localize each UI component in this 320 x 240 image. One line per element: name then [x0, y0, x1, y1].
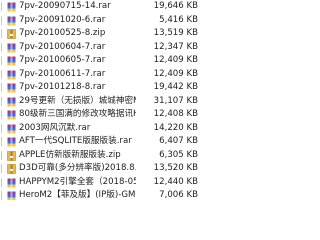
row-checkbox[interactable]: [1, 96, 6, 106]
rar-archive-icon: [7, 56, 16, 66]
file-list: 7pv-20090715-14.rar 19,646 KB 7pv-20091020…: [0, 0, 200, 200]
file-name[interactable]: HeroM2【菲及版】(IP版)-GM号.rar: [19, 189, 136, 200]
file-row[interactable]: D3D可靠(多分辨率版)2018.8.25-7pv.zip 13,520 KB: [0, 162, 200, 176]
rar-archive-icon: [7, 83, 16, 93]
file-size: 19,442 KB: [153, 82, 198, 93]
rar-archive-icon: [7, 2, 16, 12]
file-name[interactable]: 7pv-20090715-14.rar: [19, 0, 136, 13]
row-checkbox[interactable]: [1, 15, 6, 25]
zip-archive-icon: [7, 150, 16, 161]
rar-archive-icon: [7, 191, 16, 200]
file-name[interactable]: 80级新三国满的修改攻略据讯HQQ29...: [19, 108, 136, 121]
file-name[interactable]: D3D可靠(多分辨率版)2018.8.25-7pv.zip: [19, 162, 136, 175]
row-checkbox[interactable]: [1, 150, 6, 160]
rar-archive-icon: [7, 124, 16, 134]
file-name[interactable]: 7pv-20091020-6.rar: [19, 14, 136, 27]
zip-archive-icon: [7, 29, 16, 39]
file-row[interactable]: AFT一代SQLITE版服版装.rar 6,407 KB: [0, 135, 200, 149]
rar-archive-icon: [7, 110, 16, 120]
row-checkbox[interactable]: [1, 69, 6, 79]
rar-archive-icon: [7, 16, 16, 26]
rar-archive-icon: [7, 178, 16, 188]
file-size: 13,519 KB: [153, 28, 198, 39]
file-size: 12,409 KB: [153, 55, 198, 66]
file-size: 19,646 KB: [153, 1, 198, 12]
row-checkbox[interactable]: [1, 42, 6, 52]
file-row[interactable]: 29号更新（无损版）城城神密MAX日率... 31,107 KB: [0, 95, 200, 109]
row-checkbox[interactable]: [1, 191, 6, 200]
file-name[interactable]: HAPPYM2引擎全套（2018-05-10）.rar: [19, 176, 136, 189]
file-row[interactable]: 7pv-20100605-7.rar 12,409 KB: [0, 54, 200, 68]
rar-archive-icon: [7, 137, 16, 147]
file-row[interactable]: 7pv-20100525-8.zip 13,519 KB: [0, 27, 200, 41]
rar-archive-icon: [7, 97, 16, 107]
file-name[interactable]: 29号更新（无损版）城城神密MAX日率...: [19, 95, 136, 108]
rar-archive-icon: [7, 70, 16, 80]
file-name[interactable]: 7pv-20101218-8.rar: [19, 81, 136, 94]
row-checkbox[interactable]: [1, 164, 6, 174]
file-row[interactable]: HAPPYM2引擎全套（2018-05-10）.rar 12,440 KB: [0, 176, 200, 190]
file-row[interactable]: 7pv-20100604-7.rar 12,347 KB: [0, 41, 200, 55]
file-size: 6,305 KB: [159, 149, 198, 160]
file-size: 6,407 KB: [159, 136, 198, 147]
file-name[interactable]: 7pv-20100604-7.rar: [19, 41, 136, 54]
file-row[interactable]: 2003网风沉默.rar 14,220 KB: [0, 122, 200, 136]
file-name[interactable]: AFT一代SQLITE版服版装.rar: [19, 135, 136, 148]
row-checkbox[interactable]: [1, 177, 6, 187]
row-checkbox[interactable]: [1, 110, 6, 120]
row-checkbox[interactable]: [1, 123, 6, 133]
row-checkbox[interactable]: [1, 29, 6, 39]
file-size: 5,416 KB: [159, 14, 198, 25]
file-size: 14,220 KB: [153, 122, 198, 133]
file-size: 12,409 KB: [153, 68, 198, 79]
row-checkbox[interactable]: [1, 137, 6, 147]
file-size: 12,408 KB: [153, 109, 198, 120]
file-row[interactable]: APPLE仿新版新服版装.zip 6,305 KB: [0, 149, 200, 163]
file-size: 13,520 KB: [153, 163, 198, 174]
file-name[interactable]: 7pv-20100611-7.rar: [19, 68, 136, 81]
file-size: 12,347 KB: [153, 41, 198, 52]
file-name[interactable]: 2003网风沉默.rar: [19, 122, 136, 135]
file-row[interactable]: HeroM2【菲及版】(IP版)-GM号.rar 7,006 KB: [0, 189, 200, 200]
file-row[interactable]: 7pv-20090715-14.rar 19,646 KB: [0, 0, 200, 14]
file-size: 7,006 KB: [159, 190, 198, 200]
row-checkbox[interactable]: [1, 2, 6, 12]
file-row[interactable]: 7pv-20100611-7.rar 12,409 KB: [0, 68, 200, 82]
row-checkbox[interactable]: [1, 83, 6, 93]
file-name[interactable]: 7pv-20100525-8.zip: [19, 27, 136, 40]
file-name[interactable]: APPLE仿新版新服版装.zip: [19, 149, 136, 162]
file-row[interactable]: 7pv-20091020-6.rar 5,416 KB: [0, 14, 200, 28]
row-checkbox[interactable]: [1, 56, 6, 66]
file-size: 12,440 KB: [153, 176, 198, 187]
file-row[interactable]: 7pv-20101218-8.rar 19,442 KB: [0, 81, 200, 95]
file-name[interactable]: 7pv-20100605-7.rar: [19, 54, 136, 67]
rar-archive-icon: [7, 43, 16, 53]
file-row[interactable]: 80级新三国满的修改攻略据讯HQQ29... 12,408 KB: [0, 108, 200, 122]
zip-archive-icon: [7, 164, 16, 174]
file-size: 31,107 KB: [153, 95, 198, 106]
